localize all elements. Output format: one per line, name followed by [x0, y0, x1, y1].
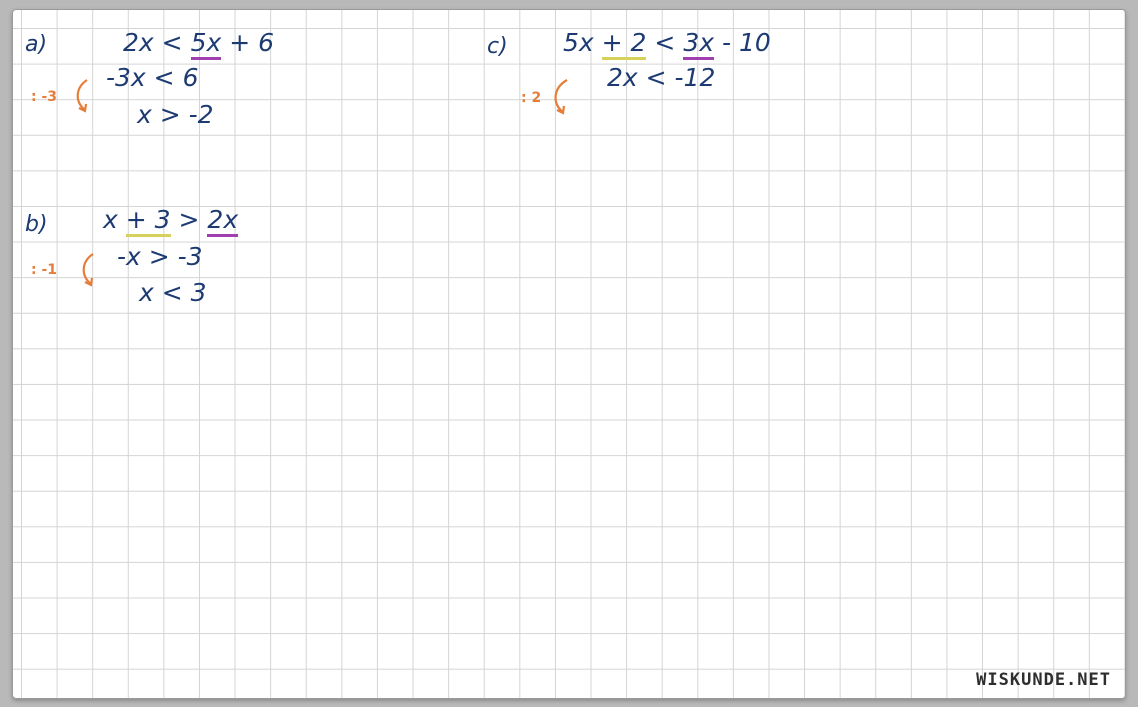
b-annotation: : -1	[31, 262, 58, 278]
a-line-1: 2x < 5x + 6	[123, 28, 275, 60]
curved-arrow-icon	[76, 79, 88, 113]
b-line1-op: >	[178, 205, 200, 234]
b-line-2: -x > -3	[117, 242, 203, 271]
c-line-1: 5x + 2 < 3x - 10	[563, 28, 771, 60]
curved-arrow-icon	[82, 253, 94, 287]
b-line-1: x + 3 > 2x	[103, 205, 239, 237]
label-b: b)	[25, 212, 48, 237]
a-line1-rhs-rest: + 6	[229, 28, 275, 57]
c-line1-lhs-term: + 2	[601, 28, 647, 60]
a-annotation: : -3	[31, 89, 58, 105]
a-line1-op: <	[161, 28, 183, 57]
c-line-2: 2x < -12	[607, 63, 716, 92]
b-line1-lhs-x: x	[103, 205, 118, 234]
b-line-3: x < 3	[139, 278, 207, 307]
curved-arrow-icon	[554, 79, 568, 115]
label-c: c)	[487, 34, 508, 59]
b-line1-rhs-term: 2x	[207, 205, 239, 237]
c-line1-lhs-x: 5x	[563, 28, 594, 57]
a-line1-left: 2x	[123, 28, 154, 57]
c-line1-op: <	[654, 28, 676, 57]
c-annotation: : 2	[521, 90, 542, 106]
a-line-3: x > -2	[137, 100, 214, 129]
c-line1-rhs-rest: - 10	[721, 28, 771, 57]
a-line-2: -3x < 6	[106, 63, 199, 92]
watermark-logo: WISKUNDE.NET	[976, 670, 1111, 690]
b-line1-lhs-term: + 3	[125, 205, 171, 237]
c-line1-rhs-term: 3x	[683, 28, 715, 60]
label-a: a)	[25, 32, 48, 57]
a-line1-rhs-term: 5x	[190, 28, 222, 60]
grid-board: a) 2x < 5x + 6 -3x < 6 x > -2 : -3 b) x …	[12, 9, 1126, 699]
